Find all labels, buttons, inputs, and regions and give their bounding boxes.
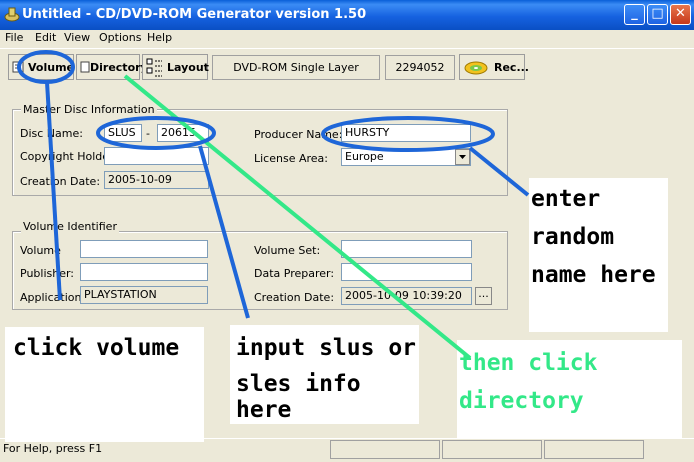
data-preparer-label: Data Preparer:: [254, 267, 335, 280]
maximize-button[interactable]: □: [647, 4, 668, 25]
application-label: Application:: [20, 291, 86, 304]
disc-number-field[interactable]: 20615: [157, 124, 209, 142]
publisher-field[interactable]: [80, 263, 208, 281]
disc-name-label: Disc Name:: [20, 127, 83, 140]
directory-button[interactable]: Directory: [76, 54, 148, 80]
volume-creation-date-field: 2005-10-09 10:39:20: [341, 287, 472, 305]
menu-edit[interactable]: Edit: [35, 31, 56, 44]
volume-identifier-legend: Volume Identifier: [21, 220, 119, 233]
dropdown-arrow-icon[interactable]: [455, 149, 470, 165]
menu-options[interactable]: Options: [99, 31, 141, 44]
menu-view[interactable]: View: [64, 31, 90, 44]
directory-button-label: Directory: [90, 61, 148, 74]
annotation-click-volume: click volume: [5, 327, 204, 442]
creation-date-label: Creation Date:: [20, 175, 101, 188]
disc-prefix-field[interactable]: SLUS: [104, 124, 142, 142]
annotation-then-line1: then click: [459, 350, 598, 376]
annotation-input-slus-line2: sles info here: [236, 371, 361, 423]
app-icon: [4, 7, 20, 22]
layout-icon: [146, 58, 162, 77]
master-disc-legend: Master Disc Information: [21, 103, 157, 116]
copyright-label: Copyright Holder:: [20, 150, 118, 163]
annotation-enter-line2: random: [531, 224, 615, 250]
status-pane-2: [442, 440, 542, 459]
directory-icon: [80, 61, 90, 73]
creation-date-field: 2005-10-09: [104, 171, 209, 189]
window-title: Untitled - CD/DVD-ROM Generator version …: [22, 7, 367, 22]
close-button[interactable]: ✕: [670, 4, 691, 25]
status-pane-1: [330, 440, 440, 459]
volume-set-label: Volume Set:: [254, 244, 321, 257]
license-area-label: License Area:: [254, 152, 328, 165]
copyright-field[interactable]: [104, 147, 209, 165]
volume-field[interactable]: [80, 240, 208, 258]
volume-creation-date-label: Creation Date:: [254, 291, 335, 304]
volume-button[interactable]: Volume: [8, 54, 74, 80]
minimize-button[interactable]: _: [624, 4, 645, 25]
producer-name-field[interactable]: HURSTY: [341, 124, 471, 142]
disc-name-separator: -: [146, 127, 150, 140]
menu-help[interactable]: Help: [147, 31, 172, 44]
status-pane-3: [544, 440, 644, 459]
layout-button-label: Layout: [167, 61, 209, 74]
annotation-input-slus-line1: input slus or: [236, 335, 417, 361]
annotation-then-click-directory: then click directory: [457, 340, 682, 438]
record-button[interactable]: Rec...: [459, 54, 529, 80]
menu-file[interactable]: File: [5, 31, 23, 44]
annotation-input-slus: input slus or sles info here: [230, 325, 419, 424]
volume-set-field[interactable]: [341, 240, 472, 258]
layout-button[interactable]: Layout: [142, 54, 209, 80]
data-preparer-field[interactable]: [341, 263, 472, 281]
size-display: 2294052: [385, 55, 455, 80]
license-area-value: Europe: [345, 150, 384, 163]
volume-button-label: Volume: [28, 61, 74, 74]
annotation-enter-line3: name here: [531, 262, 656, 288]
toolbar-divider: [0, 48, 694, 49]
publisher-label: Publisher:: [20, 267, 75, 280]
license-area-select[interactable]: Europe: [341, 148, 471, 166]
annotation-click-volume-text: click volume: [13, 335, 180, 361]
annotation-then-line2: directory: [459, 388, 584, 414]
application-field: PLAYSTATION: [80, 286, 208, 304]
media-type-display: DVD-ROM Single Layer: [212, 55, 380, 80]
annotation-enter-random-name: enter random name here: [529, 178, 668, 332]
volume-icon: [12, 61, 24, 73]
annotation-enter-line1: enter: [531, 186, 601, 212]
record-button-label: Rec...: [494, 61, 529, 74]
volume-label: Volume: [20, 244, 61, 257]
disc-icon: [464, 61, 488, 75]
date-browse-button[interactable]: ...: [475, 287, 492, 305]
producer-name-label: Producer Name:: [254, 128, 343, 141]
status-text: For Help, press F1: [3, 442, 103, 455]
